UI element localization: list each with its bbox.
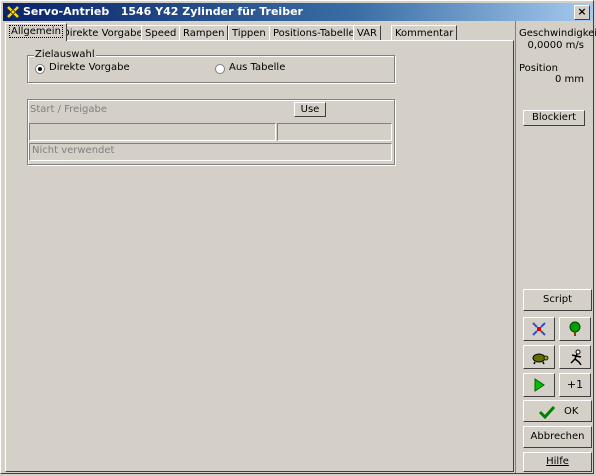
- fast-button[interactable]: [559, 345, 591, 369]
- play-button[interactable]: [523, 373, 555, 397]
- tab-allgemein[interactable]: Allgemein: [5, 23, 67, 41]
- tab-kommentar[interactable]: Kommentar: [391, 25, 458, 40]
- slow-button[interactable]: [523, 345, 555, 369]
- radio-direkte-vorgabe[interactable]: [35, 64, 45, 74]
- tab-direkte-vorgabe[interactable]: Direkte Vorgabe: [58, 25, 147, 40]
- servo-window: Servo-Antrieb 1546 Y42 Zylinder für Trei…: [0, 0, 596, 474]
- radio-direkte-vorgabe-label[interactable]: Direkte Vorgabe: [49, 62, 130, 73]
- close-button[interactable]: ×: [574, 5, 590, 20]
- checkmark-icon: [539, 405, 555, 420]
- window-title: Servo-Antrieb 1546 Y42 Zylinder für Trei…: [23, 5, 303, 18]
- speed-label: Geschwindigkeit: [519, 28, 596, 39]
- ok-label: OK: [564, 406, 579, 417]
- tree-button[interactable]: [559, 317, 591, 341]
- collapse-button[interactable]: [523, 317, 555, 341]
- start-field-a[interactable]: [29, 123, 276, 141]
- tab-var[interactable]: VAR: [353, 25, 381, 40]
- play-icon: [534, 378, 545, 392]
- script-button[interactable]: Script: [523, 289, 592, 311]
- start-status-field: Nicht verwendet: [29, 143, 392, 161]
- blockiert-button[interactable]: Blockiert: [523, 110, 585, 126]
- ok-button[interactable]: OK: [523, 400, 592, 422]
- radio-aus-tabelle-label[interactable]: Aus Tabelle: [229, 62, 285, 73]
- app-icon: [7, 6, 19, 18]
- tab-rampen[interactable]: Rampen: [179, 25, 229, 40]
- cancel-button[interactable]: Abbrechen: [523, 426, 592, 448]
- zielauswahl-group: Zielauswahl Direkte Vorgabe Aus Tabelle: [27, 49, 395, 83]
- plus-one-button[interactable]: +1: [559, 373, 591, 397]
- speed-value: 0,0000 m/s: [527, 40, 585, 51]
- turtle-icon: [532, 353, 549, 365]
- collapse-icon: [532, 322, 546, 336]
- tab-positions-tabelle[interactable]: Positions-Tabelle: [269, 25, 359, 40]
- help-button[interactable]: Hilfe: [523, 452, 592, 472]
- tab-panel-allgemein: Zielauswahl Direkte Vorgabe Aus Tabelle …: [5, 40, 514, 472]
- side-panel: Geschwindigkeit 0,0000 m/s Position 0 mm…: [515, 21, 596, 473]
- title-bar[interactable]: Servo-Antrieb 1546 Y42 Zylinder für Trei…: [3, 3, 593, 21]
- start-freigabe-group: Start / Freigabe Use Nicht verwendet: [27, 99, 395, 165]
- position-label: Position: [519, 63, 558, 74]
- runner-icon: [570, 349, 582, 365]
- radio-aus-tabelle[interactable]: [215, 64, 225, 74]
- tab-speed[interactable]: Speed: [141, 25, 181, 40]
- tab-tippen[interactable]: Tippen: [228, 25, 270, 40]
- start-field-b[interactable]: [277, 123, 392, 141]
- zielauswahl-legend: Zielauswahl: [34, 49, 96, 60]
- start-freigabe-label: Start / Freigabe: [30, 104, 107, 115]
- use-button[interactable]: Use: [294, 102, 326, 117]
- tree-icon: [569, 321, 581, 336]
- position-value: 0 mm: [554, 74, 584, 85]
